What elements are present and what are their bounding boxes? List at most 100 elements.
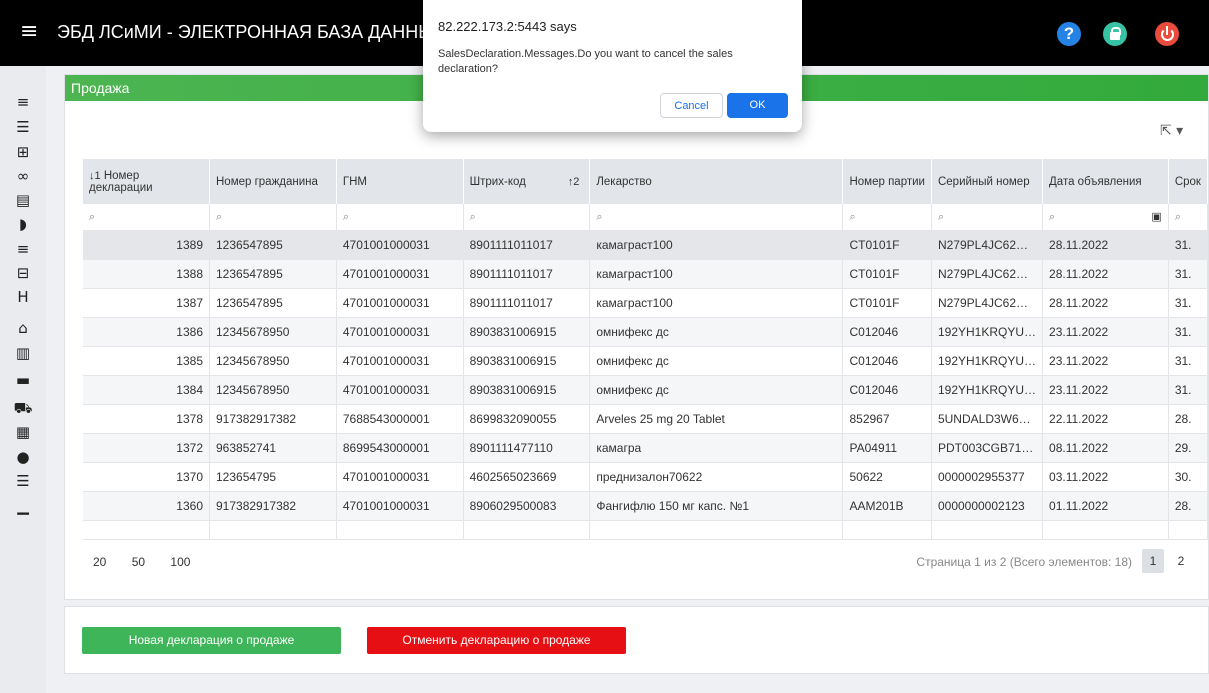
column-header[interactable]: Срок (1168, 159, 1209, 204)
filter-search-icon[interactable]: ⌕ (1168, 204, 1209, 231)
filter-search-icon[interactable]: ⌕ (589, 204, 844, 231)
medkit-icon[interactable]: ⊞ (13, 143, 33, 161)
table-cell: 23.11.2022 (1042, 317, 1169, 347)
table-cell: 1372 (83, 433, 210, 463)
power-icon[interactable] (1155, 22, 1179, 46)
column-header[interactable]: ↓1 Номер декларации (83, 159, 210, 204)
table-cell: 917382917382 (209, 491, 337, 521)
table-cell (463, 520, 591, 540)
warehouse-icon[interactable]: ⌂ (13, 319, 33, 337)
table-row[interactable]: 1384 12345678950 4701001000031 890383100691… (83, 375, 1209, 405)
page-size-20[interactable]: 20 (93, 555, 106, 569)
table-cell: 1236547895 (209, 230, 337, 260)
filter-search-icon[interactable]: ⌕ (209, 204, 337, 231)
column-header[interactable]: Дата объявления (1042, 159, 1169, 204)
indent-list-icon[interactable]: ☰ (13, 118, 33, 136)
calendar-icon[interactable]: ▣ (1151, 210, 1161, 223)
table-cell: 8906029500083 (463, 491, 591, 521)
hamburger-menu-icon[interactable]: ≡ (20, 20, 38, 44)
lock-icon[interactable] (1103, 22, 1127, 46)
column-header[interactable]: Лекарство (589, 159, 844, 204)
page-button-next[interactable]: 2 (1170, 549, 1192, 573)
checklist-icon[interactable]: ≡ (13, 93, 33, 111)
table-cell: 4701001000031 (336, 317, 464, 347)
sort-indicator: ↓1 (89, 169, 101, 182)
chart-icon[interactable]: ▁ (13, 497, 33, 515)
filter-search-icon[interactable]: ⌕ (336, 204, 464, 231)
column-header[interactable]: Штрих-код ↑2 (463, 159, 591, 204)
ambulance-icon[interactable]: ⛟ (13, 399, 33, 417)
help-icon[interactable]: ? (1057, 22, 1081, 46)
table-cell (336, 520, 464, 540)
column-label: ГНМ (342, 175, 367, 188)
pills-icon[interactable]: ∞ (13, 167, 33, 185)
building-icon[interactable]: ▥ (13, 344, 33, 362)
toolbox-icon[interactable]: ▬ (13, 371, 33, 389)
sidebar: ≡ ☰ ⊞ ∞ ▤ ◗ ≡ ⊟ H ⌂ ▥ ▬ ⛟ ▦ ● ☰ ▁ (0, 66, 46, 693)
table-cell: 917382917382 (209, 404, 337, 434)
table-cell: 23.11.2022 (1042, 375, 1169, 405)
new-declaration-button[interactable]: Новая декларация о продаже (82, 627, 341, 654)
table-cell: 0000000002123 (931, 491, 1044, 521)
table-cell: 1385 (83, 346, 210, 376)
sales-panel: Продажа ⇱ ▾ ↓1 Номер декларации Номер гра… (64, 74, 1209, 600)
table-cell: 28. (1168, 404, 1209, 434)
list-box-icon[interactable]: ▦ (13, 423, 33, 441)
table-cell: C012046 (842, 346, 932, 376)
table-cell (931, 520, 1044, 540)
page-size-100[interactable]: 100 (170, 555, 190, 569)
filter-search-icon[interactable]: ⌕ (931, 204, 1044, 231)
table-cell: 1236547895 (209, 259, 337, 289)
hospital-icon[interactable]: H (13, 288, 33, 306)
column-label: Срок (1174, 175, 1201, 188)
table-cell: 12345678950 (209, 375, 337, 405)
filter-search-icon[interactable]: ⌕ (842, 204, 932, 231)
table-cell: 1360 (83, 491, 210, 521)
table-row[interactable]: 1370 123654795 4701001000031 4602565023669 п… (83, 462, 1209, 492)
table-cell: омнифекс дс (589, 375, 844, 405)
table-cell: 01.11.2022 (1042, 491, 1169, 521)
page-size-50[interactable]: 50 (132, 555, 145, 569)
table-cell: 192YH1KRQYU… (931, 375, 1044, 405)
table-cell: 8903831006915 (463, 346, 591, 376)
table-row[interactable]: 1360 917382917382 4701001000031 89060295000… (83, 491, 1209, 521)
table-row[interactable]: 1378 917382917382 7688543000001 86998320900… (83, 404, 1209, 434)
column-header[interactable]: ГНМ (336, 159, 464, 204)
table-cell: 1378 (83, 404, 210, 434)
column-header[interactable]: Номер гражданина (209, 159, 337, 204)
table-row[interactable]: 1386 12345678950 4701001000031 890383100691… (83, 317, 1209, 347)
filter-search-icon[interactable]: ⌕ (463, 204, 591, 231)
column-header[interactable]: Серийный номер (931, 159, 1044, 204)
table-cell: 22.11.2022 (1042, 404, 1169, 434)
table-cell: 03.11.2022 (1042, 462, 1169, 492)
page-size-selector: 20 50 100 (93, 555, 212, 569)
dialog-cancel-button[interactable]: Cancel (660, 93, 723, 118)
table-row[interactable]: 1385 12345678950 4701001000031 890383100691… (83, 346, 1209, 376)
table-cell: 30. (1168, 462, 1209, 492)
table-row[interactable]: 1389 1236547895 4701001000031 8901111011017… (83, 230, 1209, 260)
table-row[interactable]: 1372 963852741 8699543000001 8901111477110 к… (83, 433, 1209, 463)
table-cell: N279PL4JC62… (931, 259, 1044, 289)
user-icon[interactable]: ● (13, 448, 33, 466)
column-header[interactable]: Номер партии (842, 159, 932, 204)
table-cell: N279PL4JC62… (931, 288, 1044, 318)
page-button-current[interactable]: 1 (1142, 549, 1164, 573)
export-icon[interactable]: ⇱ ▾ (1160, 123, 1192, 145)
table-row[interactable]: 1388 1236547895 4701001000031 8901111011017… (83, 259, 1209, 289)
table-row[interactable]: 1387 1236547895 4701001000031 8901111011017… (83, 288, 1209, 318)
filter-search-icon[interactable]: ⌕ ▣ (1042, 204, 1169, 231)
cancel-declaration-button[interactable]: Отменить декларацию о продаже (367, 627, 626, 654)
first-aid-icon[interactable]: ⊟ (13, 264, 33, 282)
table-cell: 5UNDALD3W6… (931, 404, 1044, 434)
clipboard-icon[interactable]: ▤ (13, 191, 33, 209)
filter-search-icon[interactable]: ⌕ (83, 204, 210, 231)
table-cell: 1386 (83, 317, 210, 347)
checklist-icon-2[interactable]: ≡ (13, 240, 33, 258)
empty-row (83, 520, 1209, 540)
dialog-ok-button[interactable]: OK (727, 93, 788, 118)
actions-panel: Новая декларация о продаже Отменить декл… (64, 606, 1209, 674)
table-cell: 8903831006915 (463, 317, 591, 347)
table-cell: 31. (1168, 259, 1209, 289)
indent-icon[interactable]: ☰ (13, 472, 33, 490)
hearing-icon[interactable]: ◗ (13, 215, 33, 233)
